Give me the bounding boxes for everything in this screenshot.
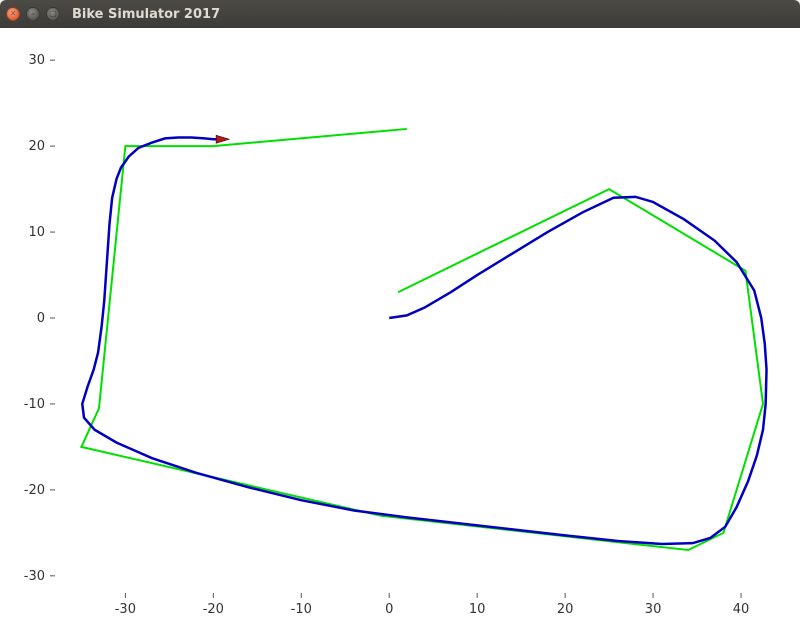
y-tick-label: -20	[24, 483, 45, 498]
x-tick-label: 30	[645, 602, 662, 617]
x-tick-label: 10	[469, 602, 486, 617]
y-tick-label: -30	[24, 569, 45, 584]
maximize-icon[interactable]: ▢	[46, 7, 60, 21]
chart-svg: -30 -20 -10 0 10 20 30 40 -30 -20 -10 0 10 20 30	[0, 28, 800, 628]
x-tick-label: 0	[385, 602, 393, 617]
y-tick-label: 20	[28, 139, 45, 154]
y-tick-label: 0	[37, 311, 45, 326]
x-tick-label: -10	[291, 602, 312, 617]
close-icon[interactable]: ✕	[6, 7, 20, 21]
plot-area: -30 -20 -10 0 10 20 30 40 -30 -20 -10 0 10 20 30	[0, 28, 800, 628]
window-controls: ✕ – ▢	[6, 7, 60, 21]
y-tick-label: 30	[28, 53, 45, 68]
y-tick-label: 10	[28, 225, 45, 240]
series-reference-path	[81, 129, 763, 550]
minimize-icon[interactable]: –	[26, 7, 40, 21]
x-tick-label: 20	[557, 602, 574, 617]
x-tick-label: -20	[203, 602, 224, 617]
series-trajectory	[82, 138, 766, 544]
window-title: Bike Simulator 2017	[72, 7, 220, 22]
window-titlebar: ✕ – ▢ Bike Simulator 2017	[0, 0, 800, 28]
x-tick-label: -30	[115, 602, 136, 617]
x-tick-label: 40	[733, 602, 750, 617]
y-tick-label: -10	[24, 397, 45, 412]
bike-marker-icon	[216, 135, 229, 143]
